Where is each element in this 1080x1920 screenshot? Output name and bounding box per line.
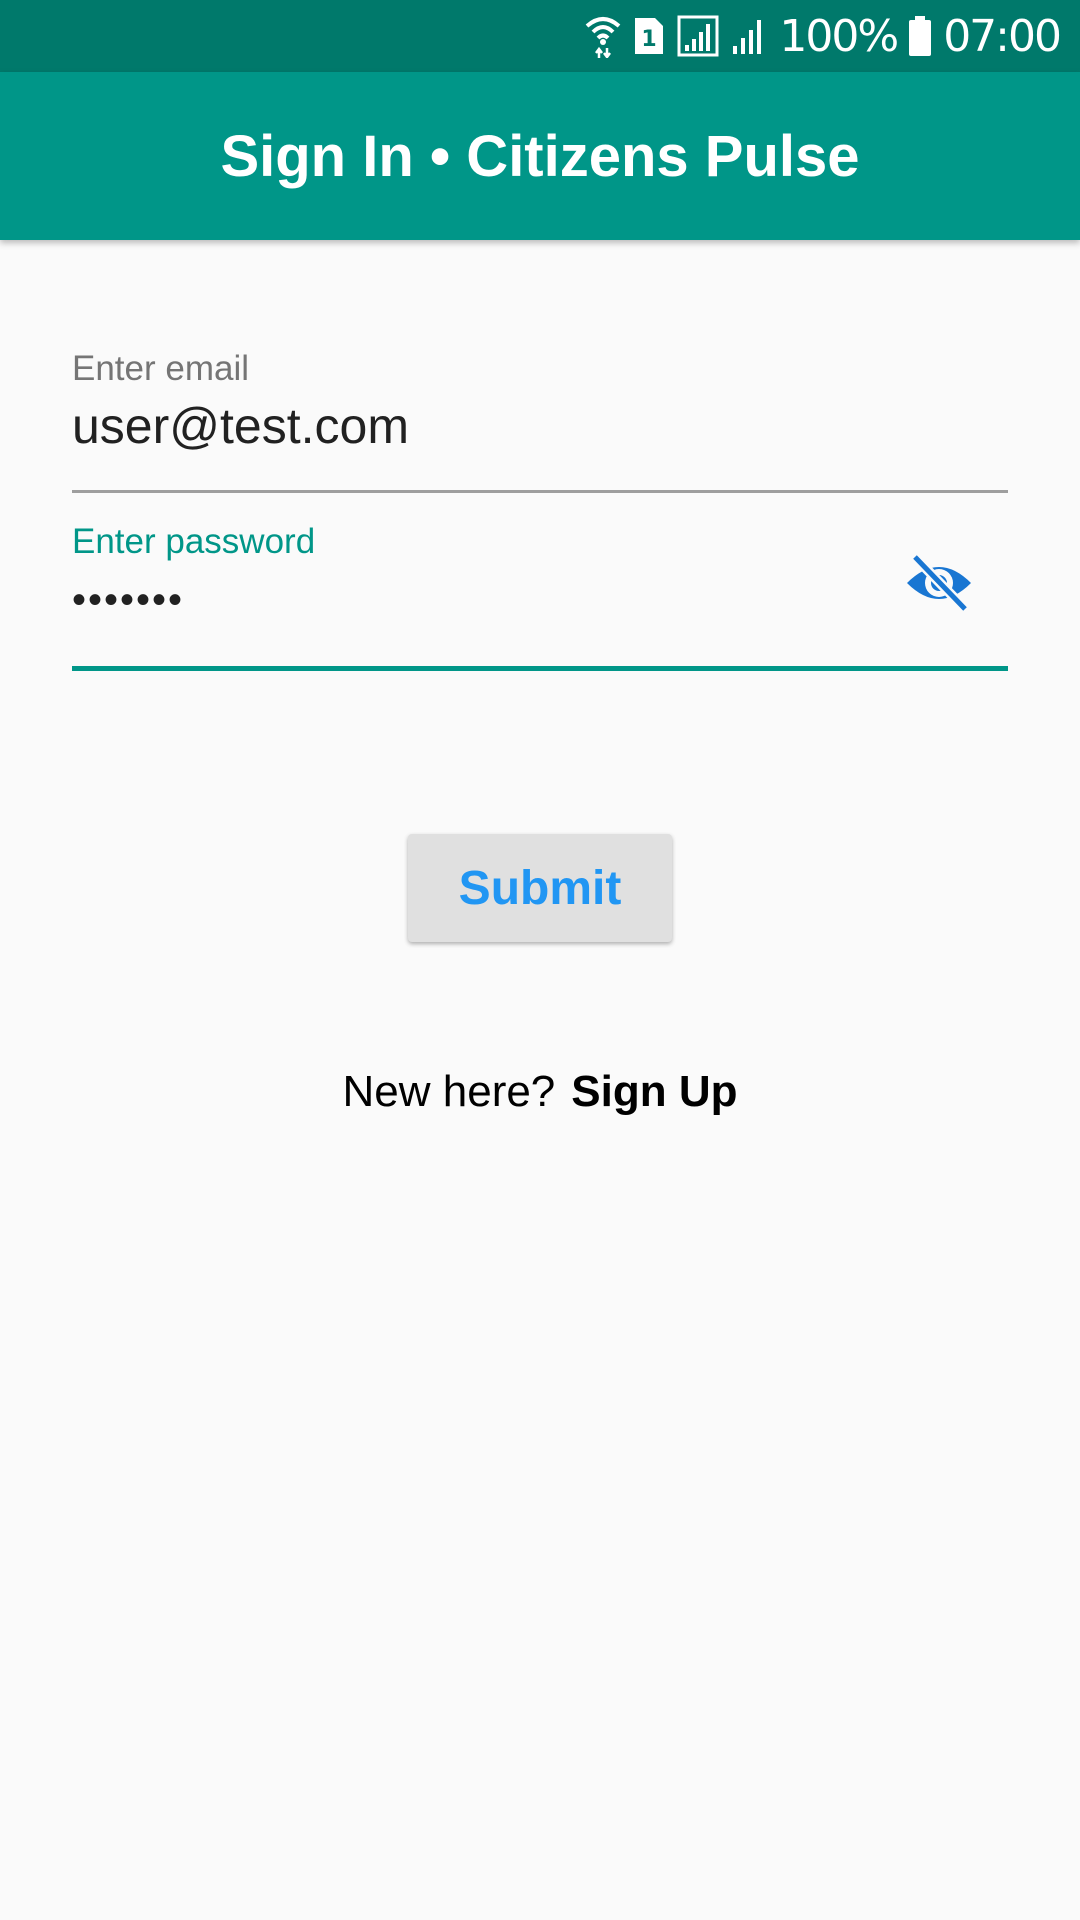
sim-card-icon: 1 <box>633 16 665 56</box>
email-field[interactable]: Enter email user@test.com <box>72 345 1008 493</box>
submit-button[interactable]: Submit <box>408 834 672 942</box>
signup-prompt: New here? <box>342 1067 556 1116</box>
sim-label: 1 <box>642 27 657 52</box>
battery-icon <box>909 16 932 56</box>
email-label: Enter email <box>72 349 250 388</box>
signup-row: New here? Sign Up <box>0 1062 1080 1122</box>
visibility-off-icon[interactable] <box>904 548 974 618</box>
password-field[interactable]: Enter password ••••••• <box>72 522 1008 671</box>
cell-signal-icon <box>677 15 719 57</box>
clock: 07:00 <box>943 10 1062 62</box>
password-label: Enter password <box>72 522 316 561</box>
app-bar: Sign In • Citizens Pulse <box>0 72 1080 240</box>
wifi-icon <box>585 14 621 58</box>
status-icons: 1 100% 07:00 <box>585 0 1062 72</box>
page-title: Sign In • Citizens Pulse <box>220 123 860 189</box>
sign-up-link[interactable]: Sign Up <box>571 1067 737 1117</box>
battery-percent: 100% <box>779 10 899 62</box>
cell-signal-icon-2 <box>731 16 767 56</box>
email-value[interactable]: user@test.com <box>72 397 409 455</box>
status-bar: 1 100% 07:00 <box>0 0 1080 72</box>
password-value[interactable]: ••••••• <box>72 578 184 623</box>
